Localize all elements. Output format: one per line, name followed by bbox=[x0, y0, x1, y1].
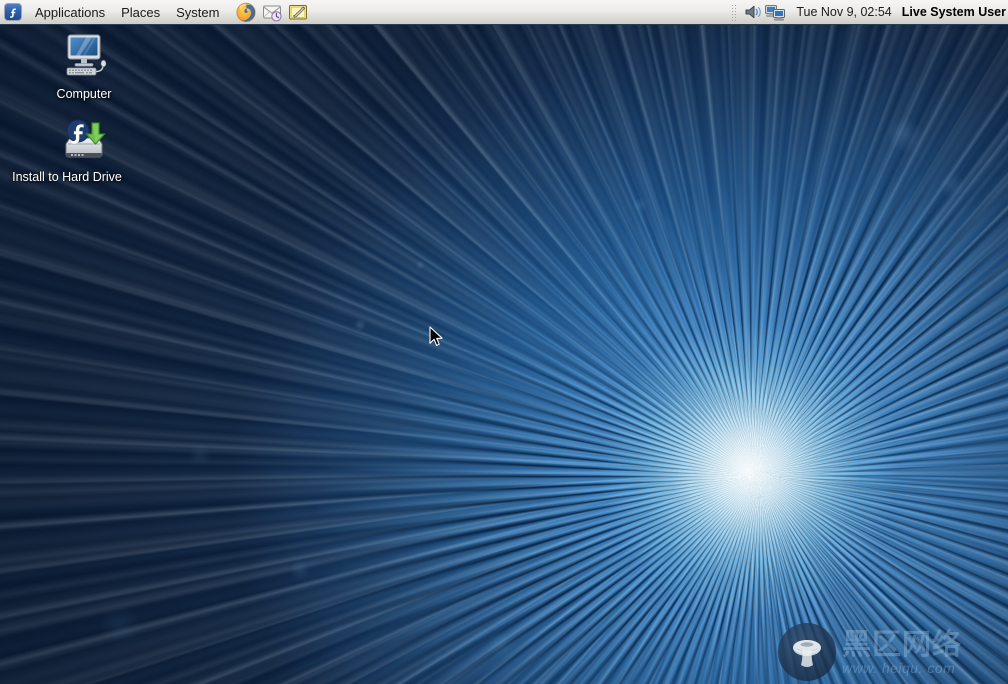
notes-editor-launcher-icon[interactable] bbox=[287, 1, 309, 23]
menu-places[interactable]: Places bbox=[113, 2, 168, 22]
firefox-launcher-icon[interactable] bbox=[235, 1, 257, 23]
desktop-icon-label: Computer bbox=[56, 87, 112, 101]
panel-right-section: Tue Nov 9, 02:54 Live System User bbox=[726, 0, 1008, 24]
hard-drive-install-icon bbox=[56, 113, 112, 167]
desktop-icon-install-to-hard-drive[interactable]: Install to Hard Drive bbox=[12, 113, 130, 185]
evolution-mail-launcher-icon[interactable] bbox=[261, 1, 283, 23]
computer-monitor-icon bbox=[56, 30, 112, 84]
wallpaper-vignette bbox=[0, 25, 1008, 684]
clock-applet[interactable]: Tue Nov 9, 02:54 bbox=[786, 5, 901, 19]
volume-icon[interactable] bbox=[742, 2, 764, 22]
menu-applications[interactable]: Applications bbox=[27, 2, 113, 22]
arrow-pointer-cursor bbox=[429, 326, 445, 350]
desktop-icon-computer[interactable]: Computer bbox=[38, 30, 130, 102]
menu-system[interactable]: System bbox=[168, 2, 227, 22]
desktop-icon-label: Install to Hard Drive bbox=[12, 170, 122, 184]
top-panel[interactable]: Applications Places System Tue Nov 9, 02… bbox=[0, 0, 1008, 25]
display-monitors-icon[interactable] bbox=[764, 2, 786, 22]
user-menu-label[interactable]: Live System User bbox=[902, 5, 1006, 19]
desktop-surface[interactable]: Computer Install to Hard Drive 黑区网络 www.… bbox=[0, 25, 1008, 684]
fedora-logo-icon[interactable] bbox=[4, 3, 22, 21]
panel-left-section: Applications Places System bbox=[0, 0, 309, 24]
panel-launchers bbox=[235, 1, 309, 23]
panel-drag-handle[interactable] bbox=[731, 3, 738, 21]
